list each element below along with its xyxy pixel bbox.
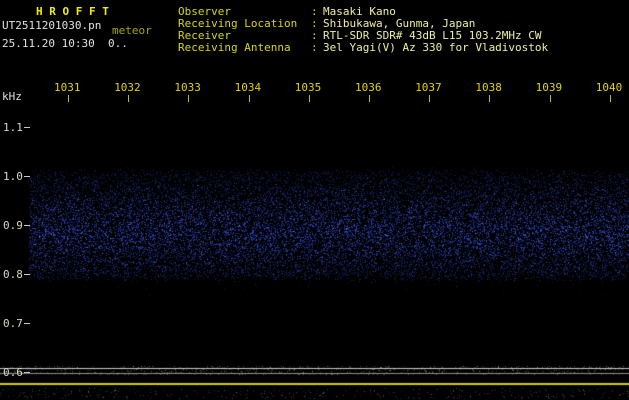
x-tick-mark	[550, 95, 551, 102]
y-tick-mark	[24, 225, 30, 226]
spectrogram-canvas	[0, 0, 629, 400]
y-tick-mark	[24, 127, 30, 128]
y-axis-unit-label: kHz	[2, 91, 22, 102]
y-tick-label: 0.9	[3, 219, 23, 232]
x-tick-mark	[309, 95, 310, 102]
x-tick-label: 1037	[415, 81, 442, 94]
y-tick-label: 1.1	[3, 121, 23, 134]
file-name: UT2511201030.pn	[2, 20, 101, 31]
header-info-row: Receiving Antenna:3el Yagi(V) Az 330 for…	[178, 42, 548, 54]
x-tick-label: 1031	[54, 81, 81, 94]
x-tick-mark	[249, 95, 250, 102]
y-tick-mark	[24, 372, 30, 373]
y-tick-label: 0.8	[3, 268, 23, 281]
x-tick-label: 1039	[536, 81, 563, 94]
y-tick-mark	[24, 176, 30, 177]
x-tick-label: 1038	[475, 81, 502, 94]
x-tick-mark	[489, 95, 490, 102]
x-tick-label: 1033	[174, 81, 201, 94]
y-tick-label: 0.7	[3, 317, 23, 330]
x-tick-mark	[610, 95, 611, 102]
timestamp: 25.11.20 10:30 0..	[2, 38, 128, 49]
x-tick-label: 1032	[114, 81, 141, 94]
info-colon: :	[311, 42, 323, 54]
hrofft-screen: H R O F F T UT2511201030.pn meteor 25.11…	[0, 0, 629, 400]
info-value: 3el Yagi(V) Az 330 for Vladivostok	[323, 42, 548, 54]
x-tick-mark	[128, 95, 129, 102]
header-info-block: Observer: Masaki Kano Receiving Location: S…	[178, 6, 548, 54]
y-tick-label: 1.0	[3, 170, 23, 183]
x-tick-mark	[188, 95, 189, 102]
x-tick-label: 1034	[235, 81, 262, 94]
x-tick-mark	[68, 95, 69, 102]
mode-label: meteor	[112, 25, 152, 36]
y-tick-mark	[24, 323, 30, 324]
y-tick-mark	[24, 274, 30, 275]
x-tick-label: 1040	[596, 81, 623, 94]
info-label: Receiving Antenna	[178, 42, 311, 54]
x-tick-mark	[369, 95, 370, 102]
app-title: H R O F F T	[36, 6, 109, 17]
x-tick-label: 1035	[295, 81, 322, 94]
x-tick-mark	[429, 95, 430, 102]
y-tick-label: 0.6	[3, 366, 23, 379]
x-tick-label: 1036	[355, 81, 382, 94]
